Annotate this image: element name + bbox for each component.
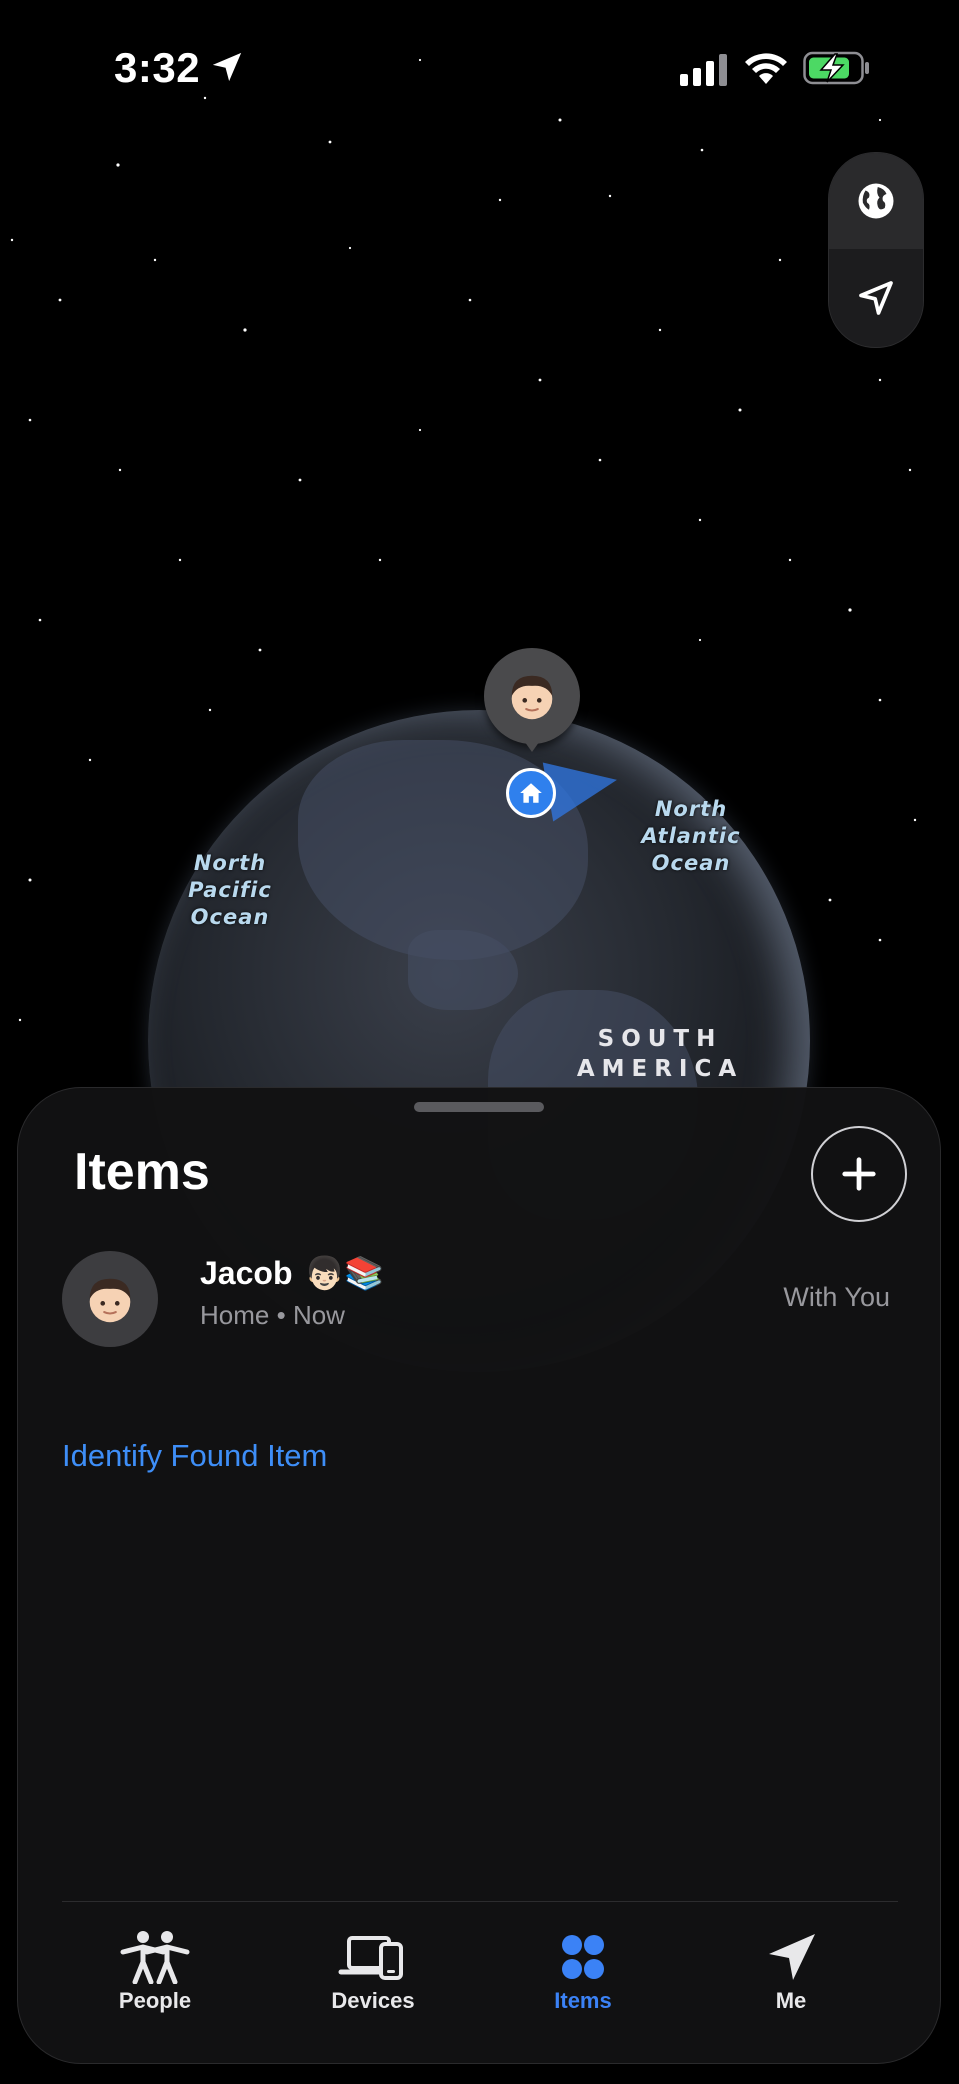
cellular-signal-icon [680, 54, 727, 86]
item-subtitle: Home • Now [200, 1300, 345, 1331]
tab-people[interactable]: People [80, 1930, 230, 2020]
item-emoji: 👦🏻📚 [304, 1255, 385, 1291]
add-item-button[interactable] [811, 1126, 907, 1222]
items-icon [562, 1935, 604, 1979]
tab-items[interactable]: Items [508, 1930, 658, 2020]
identify-found-item-link[interactable]: Identify Found Item [62, 1438, 327, 1474]
location-arrow-icon [212, 52, 242, 82]
sheet-grabber[interactable] [414, 1102, 544, 1112]
globe-icon [858, 183, 894, 219]
home-icon [520, 783, 542, 803]
item-separator: • [276, 1300, 286, 1330]
current-location-button[interactable] [829, 250, 923, 346]
person-map-pin[interactable] [484, 648, 580, 744]
home-map-pin[interactable] [506, 768, 556, 818]
tab-bar-divider [62, 1901, 898, 1902]
location-arrow-icon [769, 1934, 815, 1980]
status-time: 3:32 [114, 44, 201, 91]
avatar [62, 1251, 158, 1347]
tab-people-label: People [118, 1988, 192, 2013]
sheet-title: Items [74, 1143, 210, 1201]
label-south-america: SOUTH AMERICA [576, 1026, 744, 1082]
items-sheet: Items Jacob 👦🏻📚 Home • Now With You Iden… [17, 1087, 941, 2064]
item-status: With You [783, 1282, 890, 1312]
tab-devices-label: Devices [331, 1988, 415, 2013]
item-location: Home [200, 1300, 270, 1330]
tab-items-label: Items [554, 1988, 612, 2013]
tab-devices[interactable]: Devices [298, 1930, 448, 2020]
memoji-icon [511, 675, 553, 720]
memoji-icon [89, 1278, 131, 1323]
label-north-pacific-ocean: North Pacific Ocean [188, 851, 272, 929]
people-icon [120, 1931, 190, 1984]
wifi-icon [745, 53, 787, 84]
item-row-jacob[interactable]: Jacob 👦🏻📚 Home • Now With You [62, 1248, 898, 1352]
devices-icon [338, 1936, 403, 1980]
item-name: Jacob 👦🏻📚 [200, 1254, 384, 1292]
label-north-atlantic-ocean: North Atlantic Ocean [641, 797, 741, 875]
item-time: Now [292, 1300, 345, 1330]
location-arrow-icon [859, 281, 893, 315]
person-pin-tail [522, 738, 542, 752]
map-controls [828, 152, 924, 348]
tab-me[interactable]: Me [716, 1930, 866, 2020]
status-bar: 3:32 [0, 0, 959, 140]
tab-me-label: Me [775, 1988, 807, 2013]
battery-charging-icon [803, 51, 869, 85]
plus-icon [842, 1157, 876, 1191]
globe-view-button[interactable] [829, 153, 923, 249]
item-name-text: Jacob [200, 1254, 293, 1291]
